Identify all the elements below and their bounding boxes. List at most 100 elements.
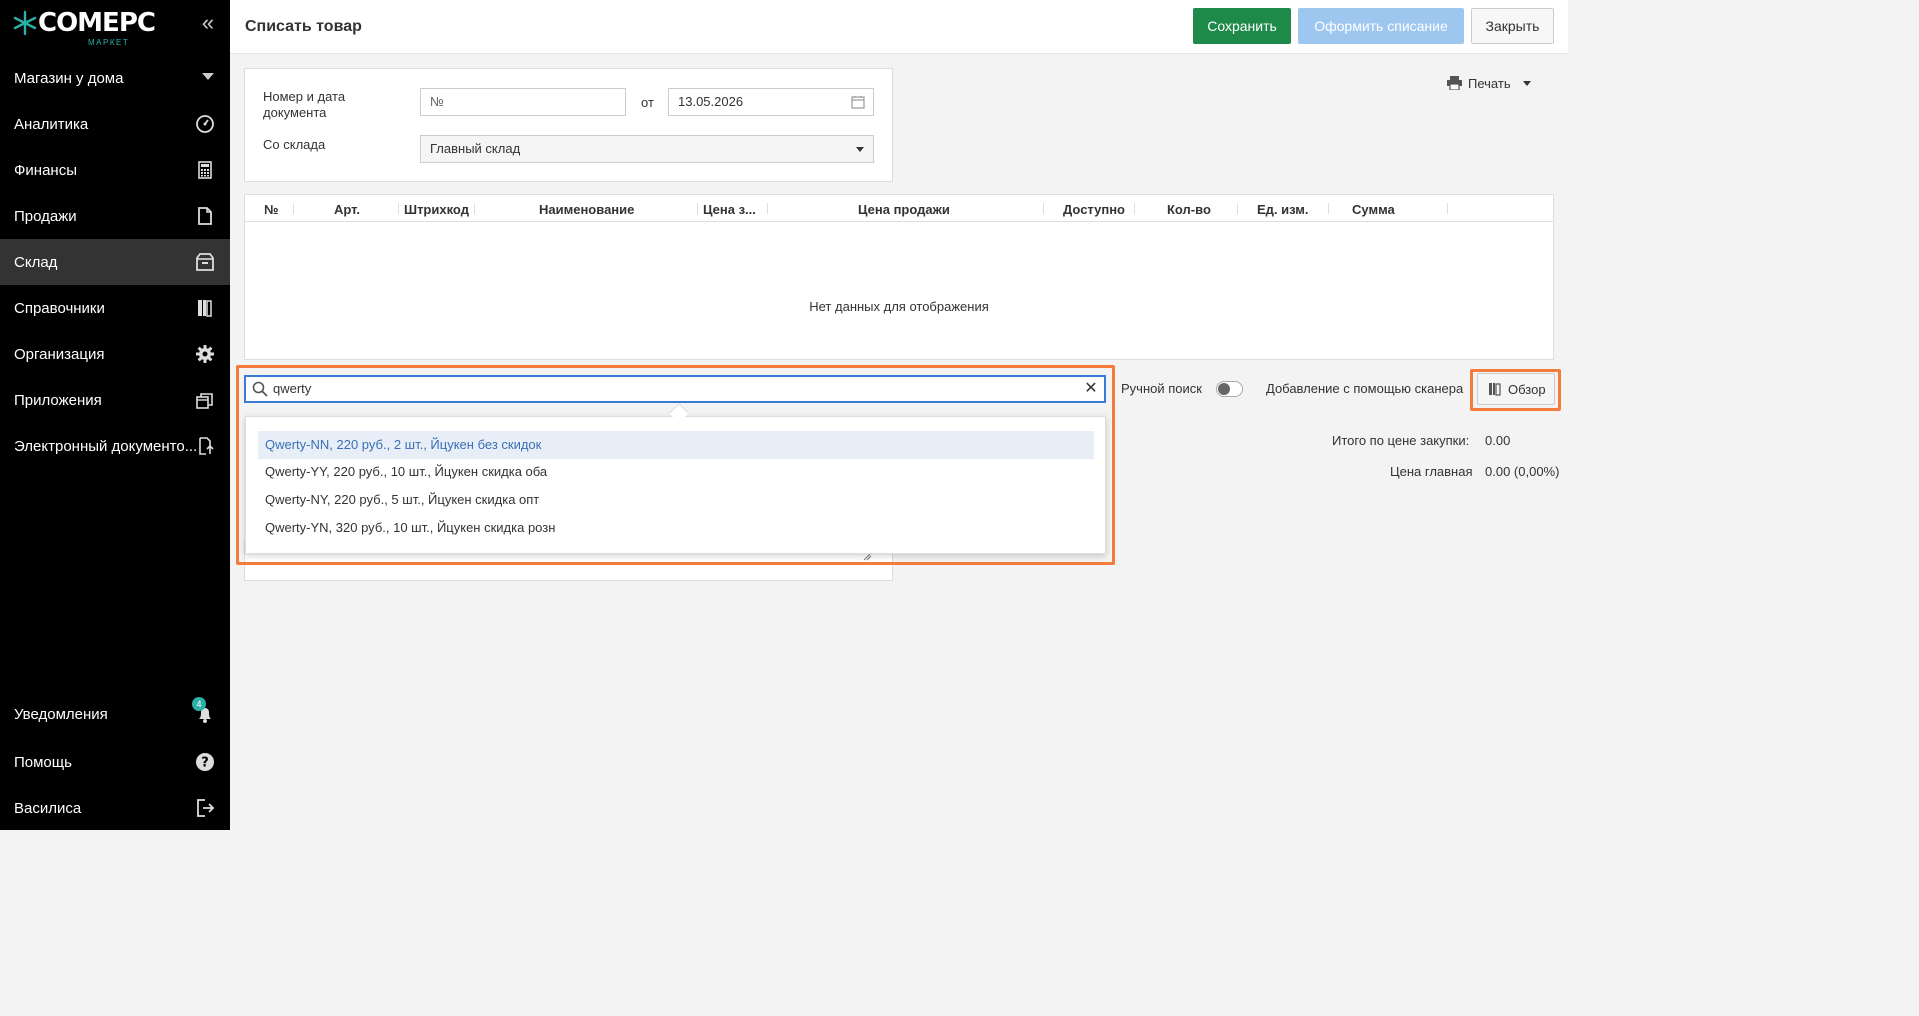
store-selector[interactable]: Магазин у дома	[0, 55, 230, 101]
sidebar-item-organization[interactable]: Организация	[0, 331, 230, 377]
sidebar-item-analytics[interactable]: Аналитика	[0, 101, 230, 147]
sidebar-item-notifications[interactable]: Уведомления 4	[0, 691, 230, 737]
writeoff-button[interactable]: Оформить списание	[1298, 8, 1464, 44]
sidebar-item-label: Помощь	[14, 753, 72, 771]
sidebar-item-label: Электронный документо...	[14, 437, 198, 455]
sidebar-item-sales[interactable]: Продажи	[0, 193, 230, 239]
column-header[interactable]: Ед. изм.	[1257, 202, 1309, 217]
column-header[interactable]: Наименование	[539, 202, 634, 217]
sidebar-item-edoc[interactable]: Электронный документо...	[0, 423, 230, 469]
search-value: qwerty	[273, 381, 312, 396]
sidebar-item-user[interactable]: Василиса	[0, 785, 230, 831]
books-icon	[194, 297, 216, 319]
column-divider[interactable]	[1134, 203, 1135, 214]
sidebar-item-warehouse[interactable]: Склад	[0, 239, 230, 285]
search-result-item[interactable]: Qwerty-YY, 220 руб., 10 шт., Йцукен скид…	[258, 458, 1094, 486]
date-input[interactable]: 13.05.2026	[668, 88, 874, 116]
column-header[interactable]: Сумма	[1352, 202, 1395, 217]
date-from-label: от	[641, 95, 654, 110]
close-button[interactable]: Закрыть	[1471, 8, 1554, 44]
sidebar-item-label: Организация	[14, 345, 105, 363]
column-header[interactable]: Цена з...	[703, 202, 756, 217]
sidebar-item-label: Финансы	[14, 161, 77, 179]
main-price-value: 0.00 (0,00%)	[1485, 464, 1560, 479]
column-header[interactable]: Штрихкод	[404, 202, 469, 217]
column-header[interactable]: Арт.	[334, 202, 360, 217]
caret-down-icon	[856, 147, 864, 152]
calculator-icon	[194, 159, 216, 181]
box-icon	[194, 251, 216, 273]
column-header[interactable]: Цена продажи	[858, 202, 950, 217]
column-divider[interactable]	[398, 203, 399, 214]
logout-icon	[194, 797, 216, 819]
print-button[interactable]: Печать	[1447, 74, 1531, 92]
column-divider[interactable]	[767, 203, 768, 214]
sidebar-item-label: Василиса	[14, 799, 82, 817]
column-divider[interactable]	[1447, 203, 1448, 214]
empty-table-message: Нет данных для отображения	[809, 299, 989, 314]
caret-down-icon	[202, 73, 214, 80]
column-header[interactable]: №	[264, 202, 279, 217]
manual-search-label: Ручной поиск	[1121, 381, 1202, 396]
collapse-sidebar-icon[interactable]: «	[197, 12, 219, 34]
browse-label: Обзор	[1508, 382, 1546, 397]
sidebar-item-label: Склад	[14, 253, 58, 271]
purchase-total-value: 0.00	[1485, 433, 1511, 448]
document-icon	[194, 205, 216, 227]
logo-star-icon	[13, 10, 37, 36]
help-icon: ?	[194, 751, 216, 773]
column-divider[interactable]	[1043, 203, 1044, 214]
column-divider[interactable]	[697, 203, 698, 214]
manual-search-toggle[interactable]	[1216, 381, 1243, 397]
app-logo[interactable]: СОМЕРС МАРКЕТ	[12, 6, 156, 47]
gauge-icon	[194, 113, 216, 135]
sidebar-item-help[interactable]: Помощь ?	[0, 739, 230, 785]
column-divider[interactable]	[1237, 203, 1238, 214]
edoc-icon	[194, 435, 216, 457]
gear-icon	[194, 343, 216, 365]
logo-text: СОМЕРС	[38, 8, 156, 38]
column-divider[interactable]	[293, 203, 294, 214]
doc-number-input[interactable]: №	[420, 88, 626, 116]
column-header[interactable]: Доступно	[1063, 202, 1125, 217]
column-header[interactable]: Кол-во	[1167, 202, 1211, 217]
product-search-input[interactable]: qwerty ✕	[244, 375, 1106, 403]
page-title: Списать товар	[245, 18, 362, 35]
printer-icon	[1447, 76, 1462, 90]
sidebar: СОМЕРС МАРКЕТ « Магазин у дома Аналитика…	[0, 0, 230, 830]
sidebar-item-label: Справочники	[14, 299, 105, 317]
sidebar-item-label: Аналитика	[14, 115, 89, 133]
search-result-item[interactable]: Qwerty-NN, 220 руб., 2 шт., Йцукен без с…	[258, 431, 1094, 459]
toggle-knob	[1218, 383, 1230, 395]
sidebar-item-finance[interactable]: Финансы	[0, 147, 230, 193]
browse-button[interactable]: Обзор	[1477, 373, 1555, 405]
print-label: Печать	[1468, 75, 1511, 91]
column-divider[interactable]	[474, 203, 475, 214]
notification-count-badge: 4	[192, 697, 206, 711]
warehouse-select[interactable]: Главный склад	[420, 135, 874, 163]
sidebar-item-apps[interactable]: Приложения	[0, 377, 230, 423]
store-name: Магазин у дома	[14, 69, 124, 87]
close-icon[interactable]: ✕	[1084, 381, 1098, 397]
calendar-icon[interactable]	[851, 95, 865, 109]
sidebar-item-label: Продажи	[14, 207, 77, 225]
search-result-item[interactable]: Qwerty-YN, 320 руб., 10 шт., Йцукен скид…	[258, 514, 1094, 542]
warehouse-value: Главный склад	[430, 141, 521, 156]
document-form: Номер и дата документа № от 13.05.2026 С…	[244, 68, 893, 182]
column-divider[interactable]	[1328, 203, 1329, 214]
sidebar-item-references[interactable]: Справочники	[0, 285, 230, 331]
scanner-label: Добавление с помощью сканера	[1266, 381, 1464, 396]
main-price-label: Цена главная	[1390, 464, 1473, 479]
doc-number-label: Номер и дата документа	[263, 89, 346, 120]
sidebar-item-label: Приложения	[14, 391, 102, 409]
table-header: № Арт. Штрихкод Наименование Цена з... Ц…	[245, 195, 1553, 222]
page-header: Списать товар Сохранить Оформить списани…	[230, 0, 1568, 54]
items-table: № Арт. Штрихкод Наименование Цена з... Ц…	[244, 194, 1554, 360]
date-value: 13.05.2026	[678, 94, 744, 109]
purchase-total-label: Итого по цене закупки:	[1332, 433, 1470, 448]
save-button[interactable]: Сохранить	[1193, 8, 1291, 44]
windows-icon	[194, 389, 216, 411]
search-icon	[252, 381, 268, 397]
search-result-item[interactable]: Qwerty-NY, 220 руб., 5 шт., Йцукен скидк…	[258, 486, 1094, 514]
warehouse-label: Со склада	[263, 137, 326, 152]
